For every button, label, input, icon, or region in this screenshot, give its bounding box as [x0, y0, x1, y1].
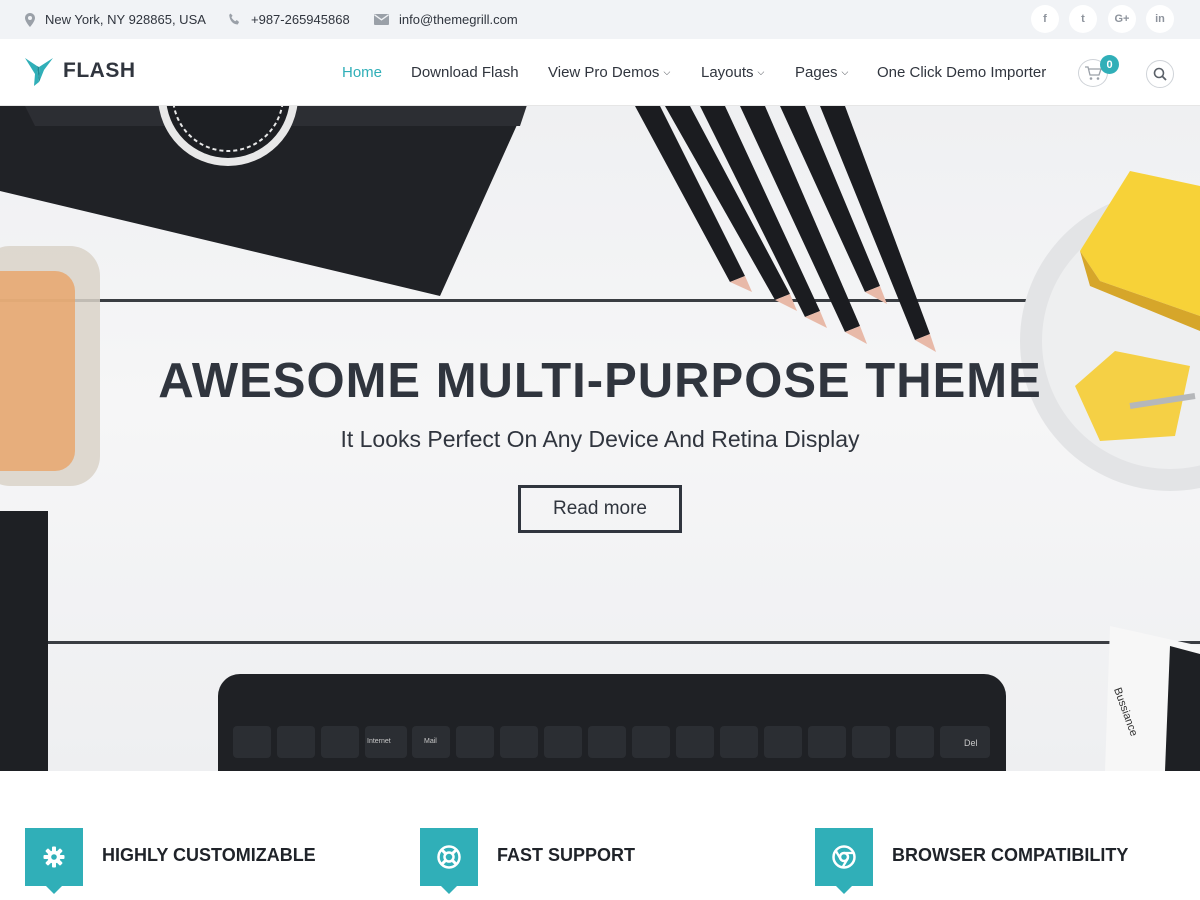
- twitter-icon[interactable]: t: [1069, 5, 1097, 33]
- site-logo[interactable]: FLASH: [25, 56, 136, 86]
- envelope-icon: [374, 14, 389, 25]
- email-text: info@themegrill.com: [399, 12, 518, 27]
- chrome-icon: [832, 845, 856, 869]
- phone-icon: [229, 13, 240, 25]
- nav-label: View Pro Demos: [548, 63, 660, 81]
- read-more-button[interactable]: Read more: [518, 485, 682, 533]
- nav-label: Download Flash: [411, 63, 519, 81]
- nav-layouts[interactable]: Layouts ⌵: [701, 39, 764, 105]
- feature-title: HIGHLY CUSTOMIZABLE: [102, 845, 316, 865]
- nav-label: Pages: [795, 63, 838, 81]
- feature-fast-support: FAST SUPPORT: [420, 828, 780, 900]
- cart-count-badge: 0: [1100, 55, 1119, 74]
- nav-view-pro-demos[interactable]: View Pro Demos ⌵: [548, 39, 670, 105]
- google-plus-icon[interactable]: G+: [1108, 5, 1136, 33]
- gear-icon: [43, 846, 65, 868]
- nav-label: Layouts: [701, 63, 754, 81]
- feature-title: BROWSER COMPATIBILITY: [892, 845, 1129, 865]
- phone-info: +987-265945868: [228, 0, 350, 39]
- email-info[interactable]: info@themegrill.com: [374, 0, 518, 39]
- chevron-down-icon: ⌵: [663, 66, 671, 77]
- map-marker-icon: [25, 12, 35, 27]
- keyboard-key-label: Mail: [424, 738, 437, 745]
- hero-title: AWESOME MULTI-PURPOSE THEME: [158, 354, 1042, 408]
- feature-browser-compatibility: BROWSER COMPATIBILITY: [815, 828, 1175, 900]
- address-text: New York, NY 928865, USA: [45, 12, 206, 27]
- hero-slider: Internet Mail Del Bussiance AWESOME MULT…: [0, 106, 1200, 771]
- shopping-cart-icon: [1085, 65, 1102, 80]
- hero-subtitle: It Looks Perfect On Any Device And Retin…: [340, 426, 860, 452]
- bird-logo-icon: [25, 58, 53, 86]
- linkedin-icon[interactable]: in: [1146, 5, 1174, 33]
- nav-label: Home: [342, 63, 383, 81]
- search-icon: [1153, 67, 1167, 81]
- chevron-down-icon: ⌵: [841, 66, 849, 77]
- facebook-icon[interactable]: f: [1031, 5, 1059, 33]
- lifebuoy-icon: [437, 845, 461, 869]
- nav-label: One Click Demo Importer: [877, 63, 1047, 81]
- top-bar: New York, NY 928865, USA +987-265945868 …: [0, 0, 1200, 39]
- feature-title: FAST SUPPORT: [497, 845, 636, 865]
- address-info: New York, NY 928865, USA: [25, 0, 206, 39]
- chevron-down-icon: ⌵: [757, 66, 765, 77]
- keyboard-key-label: Del: [964, 738, 978, 748]
- nav-one-click-demo-importer[interactable]: One Click Demo Importer: [877, 39, 1046, 105]
- phone-text: +987-265945868: [251, 12, 350, 27]
- nav-download-flash[interactable]: Download Flash: [411, 39, 519, 105]
- keyboard-key-label: Internet: [367, 738, 391, 745]
- feature-icon-box: [25, 828, 83, 894]
- search-button[interactable]: [1146, 60, 1174, 88]
- feature-highly-customizable: HIGHLY CUSTOMIZABLE: [25, 828, 385, 900]
- nav-home[interactable]: Home: [342, 39, 382, 105]
- logo-text: FLASH: [63, 59, 136, 82]
- site-header: FLASH Home Download Flash View Pro Demos…: [0, 39, 1200, 106]
- feature-icon-box: [420, 828, 478, 894]
- feature-icon-box: [815, 828, 873, 894]
- nav-pages[interactable]: Pages ⌵: [795, 39, 848, 105]
